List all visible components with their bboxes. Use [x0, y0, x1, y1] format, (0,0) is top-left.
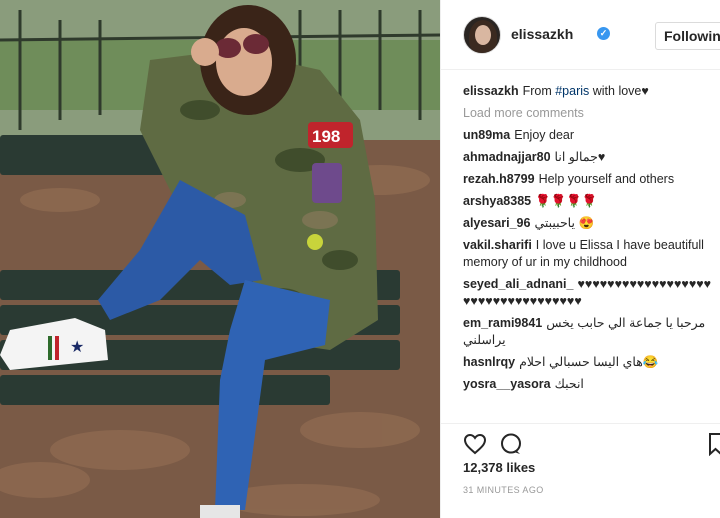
- comment-item: un89ma Enjoy dear: [463, 127, 715, 144]
- comment-item: ahmadnajjar80 جمالو انا♥: [463, 149, 715, 166]
- comments-list: elissazkh From #paris with love♥ Load mor…: [463, 83, 715, 398]
- comment-item: vakil.sharifi I love u Elissa I have beau…: [463, 237, 715, 271]
- comment-username[interactable]: vakil.sharifi: [463, 238, 532, 252]
- comment-username[interactable]: seyed_ali_adnani_: [463, 277, 573, 291]
- likes-count[interactable]: 12,378 likes: [463, 460, 535, 475]
- load-more-comments-link[interactable]: Load more comments: [463, 105, 715, 122]
- comment-icon[interactable]: [499, 432, 523, 461]
- caption-hashtag[interactable]: #paris: [555, 84, 589, 98]
- comment-username[interactable]: un89ma: [463, 128, 510, 142]
- comment-username[interactable]: ahmadnajjar80: [463, 150, 551, 164]
- comment-username[interactable]: em_rami9841: [463, 316, 542, 330]
- comment-username[interactable]: alyesari_96: [463, 216, 530, 230]
- comment-username[interactable]: hasnlrqy: [463, 355, 515, 369]
- heart-icon[interactable]: [463, 432, 487, 461]
- comment-item: hasnlrqy هاي اليسا حسبالي احلام😂: [463, 354, 715, 371]
- post-photo[interactable]: 198 ★: [0, 0, 440, 518]
- comment-item: alyesari_96 ياحبيبتي 😍: [463, 215, 715, 232]
- comment-item: seyed_ali_adnani_ ♥♥♥♥♥♥♥♥♥♥♥♥♥♥♥♥♥♥♥♥♥♥♥…: [463, 276, 715, 310]
- comment-text: 🌹🌹🌹🌹: [535, 194, 598, 208]
- comment-item: yosra__yasora انحبك: [463, 376, 715, 393]
- comment-item: em_rami9841 مرحبا يا جماعة الي حابب يخس ي…: [463, 315, 715, 349]
- caption-username[interactable]: elissazkh: [463, 84, 519, 98]
- comment-text: جمالو انا♥: [554, 150, 606, 164]
- comment-username[interactable]: arshya8385: [463, 194, 531, 208]
- svg-text:198: 198: [312, 127, 340, 146]
- post-panel: elissazkh ✓ Following elissazkhFrom #par…: [440, 0, 720, 518]
- caption-text-before: From: [522, 84, 556, 98]
- comment-username[interactable]: yosra__yasora: [463, 377, 551, 391]
- comment-username[interactable]: rezah.h8799: [463, 172, 535, 186]
- comment-item: arshya8385 🌹🌹🌹🌹: [463, 193, 715, 210]
- svg-text:★: ★: [70, 337, 84, 356]
- bookmark-icon[interactable]: [709, 432, 720, 461]
- verified-badge-icon: ✓: [597, 27, 610, 40]
- following-button[interactable]: Following: [655, 22, 720, 50]
- avatar-face: [475, 25, 491, 45]
- comment-item: rezah.h8799 Help yourself and others: [463, 171, 715, 188]
- author-username[interactable]: elissazkh: [511, 26, 573, 42]
- comment-text: ياحبيبتي 😍: [534, 216, 595, 230]
- comment-text: Help yourself and others: [538, 172, 675, 186]
- photo-illustration: 198 ★: [0, 0, 440, 518]
- comment-text: هاي اليسا حسبالي احلام😂: [519, 355, 659, 369]
- caption-text-after: with love♥: [589, 84, 649, 98]
- comment-text: Enjoy dear: [514, 128, 575, 142]
- caption: elissazkh From #paris with love♥: [463, 83, 715, 100]
- comment-text: انحبك: [554, 377, 584, 391]
- post-header: elissazkh ✓ Following: [441, 0, 720, 70]
- post-timestamp: 31 MINUTES AGO: [463, 485, 544, 495]
- action-bar: [441, 423, 720, 459]
- author-avatar[interactable]: [463, 16, 501, 54]
